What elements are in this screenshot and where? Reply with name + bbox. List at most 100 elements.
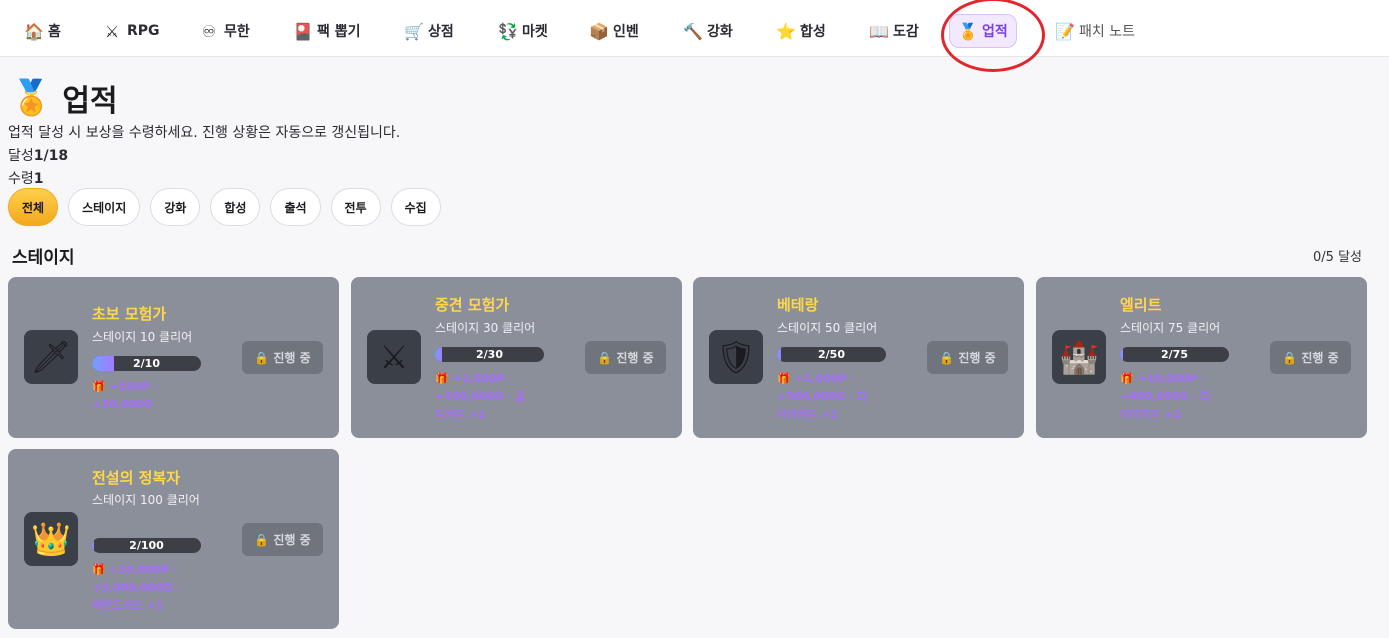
page-title: 업적 [62,84,118,119]
nav-item-enhance[interactable]: 🔨 강화 [675,14,741,48]
status-badge: 🔒 진행 중 [585,341,666,374]
achievement-name: 전설의 정복자 [92,469,181,487]
hammer-icon: 🔨 [683,21,703,41]
reward-text: +10,000P · +800,000G · 다이아카드 ×2 [1120,372,1211,421]
status-badge: 🔒 진행 중 [242,341,323,374]
achievement-name: 중견 모험가 [435,296,510,314]
reward-text: +5,000P · +300,000G · 다이아카드 ×1 [777,372,868,421]
nav-item-infinite[interactable]: ♾ 무한 [192,14,258,48]
achievement-name: 엘리트 [1120,296,1162,314]
achievement-reward: 🎁 +500P · +20,000G [92,378,192,414]
crossed-swords-icon: ⚔ [367,330,421,384]
gift-icon: 🎁 [435,372,449,385]
achievement-reward: 🎁 +5,000P · +300,000G · 다이아카드 ×1 [777,370,877,424]
nav-label: 강화 [707,24,733,40]
nav-label: 무한 [224,24,250,40]
status-badge: 🔒 진행 중 [1270,341,1351,374]
status-text: 진행 중 [616,351,654,365]
gift-icon: 🎁 [92,380,106,393]
nav-item-inventory[interactable]: 📦 인벤 [581,14,647,48]
nav-label: 합성 [800,24,826,40]
nav-label: 홈 [48,24,61,40]
nav-label: 인벤 [613,24,639,40]
progress-text: 2/10 [133,357,160,370]
achievement-card: 👑 전설의 정복자 스테이지 100 클리어 2/100 🎁 +30,000P … [8,449,339,629]
page-title-row: 🏅 업적 [10,76,118,120]
achievement-reward: 🎁 +30,000P · +3,000,000G · 레전드카드 ×1 [92,561,192,615]
achieved-label: 달성 [8,148,34,164]
claimed-label: 수령 [8,171,34,187]
filter-battle[interactable]: 전투 [330,188,381,226]
claimed-value: 1 [33,171,44,187]
achieved-value: 1/18 [33,148,69,164]
filter-collect[interactable]: 수집 [390,188,441,226]
home-icon: 🏠 [24,21,44,41]
nav-item-achievements[interactable]: 🏅 업적 [949,14,1017,48]
nav-item-synthesis[interactable]: ⭐ 합성 [768,14,834,48]
nav-item-rpg[interactable]: ⚔ RPG [95,14,168,48]
nav-item-pack-draw[interactable]: 🎴 팩 뽑기 [285,14,369,48]
castle-icon: 🏰 [1052,330,1106,384]
reward-text: +2,000P · +100,000G · 골드카드 ×1 [435,372,526,421]
achieved-stat: 달성1/18 [8,145,68,165]
card-pack-icon: 🎴 [293,21,313,41]
filter-enhance[interactable]: 강화 [150,188,201,226]
memo-icon: 📝 [1055,21,1075,41]
nav-label: 업적 [982,24,1008,40]
achievement-card: 🏰 엘리트 스테이지 75 클리어 2/75 🎁 +10,000P · +800… [1036,277,1367,438]
claimed-stat: 수령1 [8,168,44,188]
achievement-name: 초보 모험가 [92,305,167,323]
achievement-reward: 🎁 +10,000P · +800,000G · 다이아카드 ×2 [1120,370,1220,424]
section-count: 0/5 달성 [1313,250,1362,265]
filter-all[interactable]: 전체 [8,188,59,226]
shield-icon: 🛡 [709,330,763,384]
nav-label: 도감 [893,24,919,40]
exchange-icon: 💱 [498,21,518,41]
progress-bar: 2/30 [435,347,544,362]
progress-bar: 2/50 [777,347,886,362]
progress-bar: 2/75 [1120,347,1229,362]
filter-attendance[interactable]: 출석 [270,188,321,226]
infinity-icon: ♾ [201,21,217,41]
nav-item-shop[interactable]: 🛒 상점 [396,14,462,48]
achievement-reward: 🎁 +2,000P · +100,000G · 골드카드 ×1 [435,370,535,424]
nav-item-patch-notes[interactable]: 📝 패치 노트 [1047,14,1143,48]
medal-icon: 🏅 [958,21,978,41]
nav-item-collection[interactable]: 📖 도감 [861,14,927,48]
dagger-icon: 🗡 [24,330,78,384]
achievement-desc: 스테이지 10 클리어 [92,330,193,344]
achievement-desc: 스테이지 30 클리어 [435,321,536,335]
lock-icon: 🔒 [1282,350,1298,365]
achievement-desc: 스테이지 75 클리어 [1120,321,1221,335]
crown-icon: 👑 [24,512,78,566]
status-text: 진행 중 [273,533,311,547]
progress-text: 2/100 [129,539,164,552]
progress-bar: 2/100 [92,538,201,553]
filter-stage[interactable]: 스테이지 [68,188,141,226]
progress-bar: 2/10 [92,356,201,371]
nav-item-market[interactable]: 💱 마켓 [490,14,556,48]
star-icon: ⭐ [776,21,796,41]
achievement-card: ⚔ 중견 모험가 스테이지 30 클리어 2/30 🎁 +2,000P · +1… [351,277,682,438]
status-badge: 🔒 진행 중 [927,341,1008,374]
progress-text: 2/75 [1161,348,1188,361]
nav-item-home[interactable]: 🏠 홈 [16,14,69,48]
status-text: 진행 중 [273,351,311,365]
achievement-desc: 스테이지 100 클리어 [92,493,200,507]
nav-label: 팩 뽑기 [317,24,361,40]
top-nav: 🏠 홈 ⚔ RPG ♾ 무한 🎴 팩 뽑기 🛒 상점 💱 마켓 📦 인벤 🔨 강화 ⭐ 합성 📖 도… [0,0,1389,57]
achievement-card: 🗡 초보 모험가 스테이지 10 클리어 2/10 🎁 +500P · +20,… [8,277,339,438]
gift-icon: 🎁 [92,563,106,576]
nav-label: 상점 [428,24,454,40]
lock-icon: 🔒 [939,350,955,365]
status-badge: 🔒 진행 중 [242,523,323,556]
lock-icon: 🔒 [254,350,270,365]
crossed-swords-icon: ⚔ [104,21,120,41]
progress-text: 2/30 [476,348,503,361]
achievement-card: 🛡 베테랑 스테이지 50 클리어 2/50 🎁 +5,000P · +300,… [693,277,1024,438]
gift-icon: 🎁 [1120,372,1134,385]
status-text: 진행 중 [958,351,996,365]
reward-text: +30,000P · +3,000,000G · 레전드카드 ×1 [92,563,181,612]
filter-synthesis[interactable]: 합성 [210,188,261,226]
progress-text: 2/50 [818,348,845,361]
